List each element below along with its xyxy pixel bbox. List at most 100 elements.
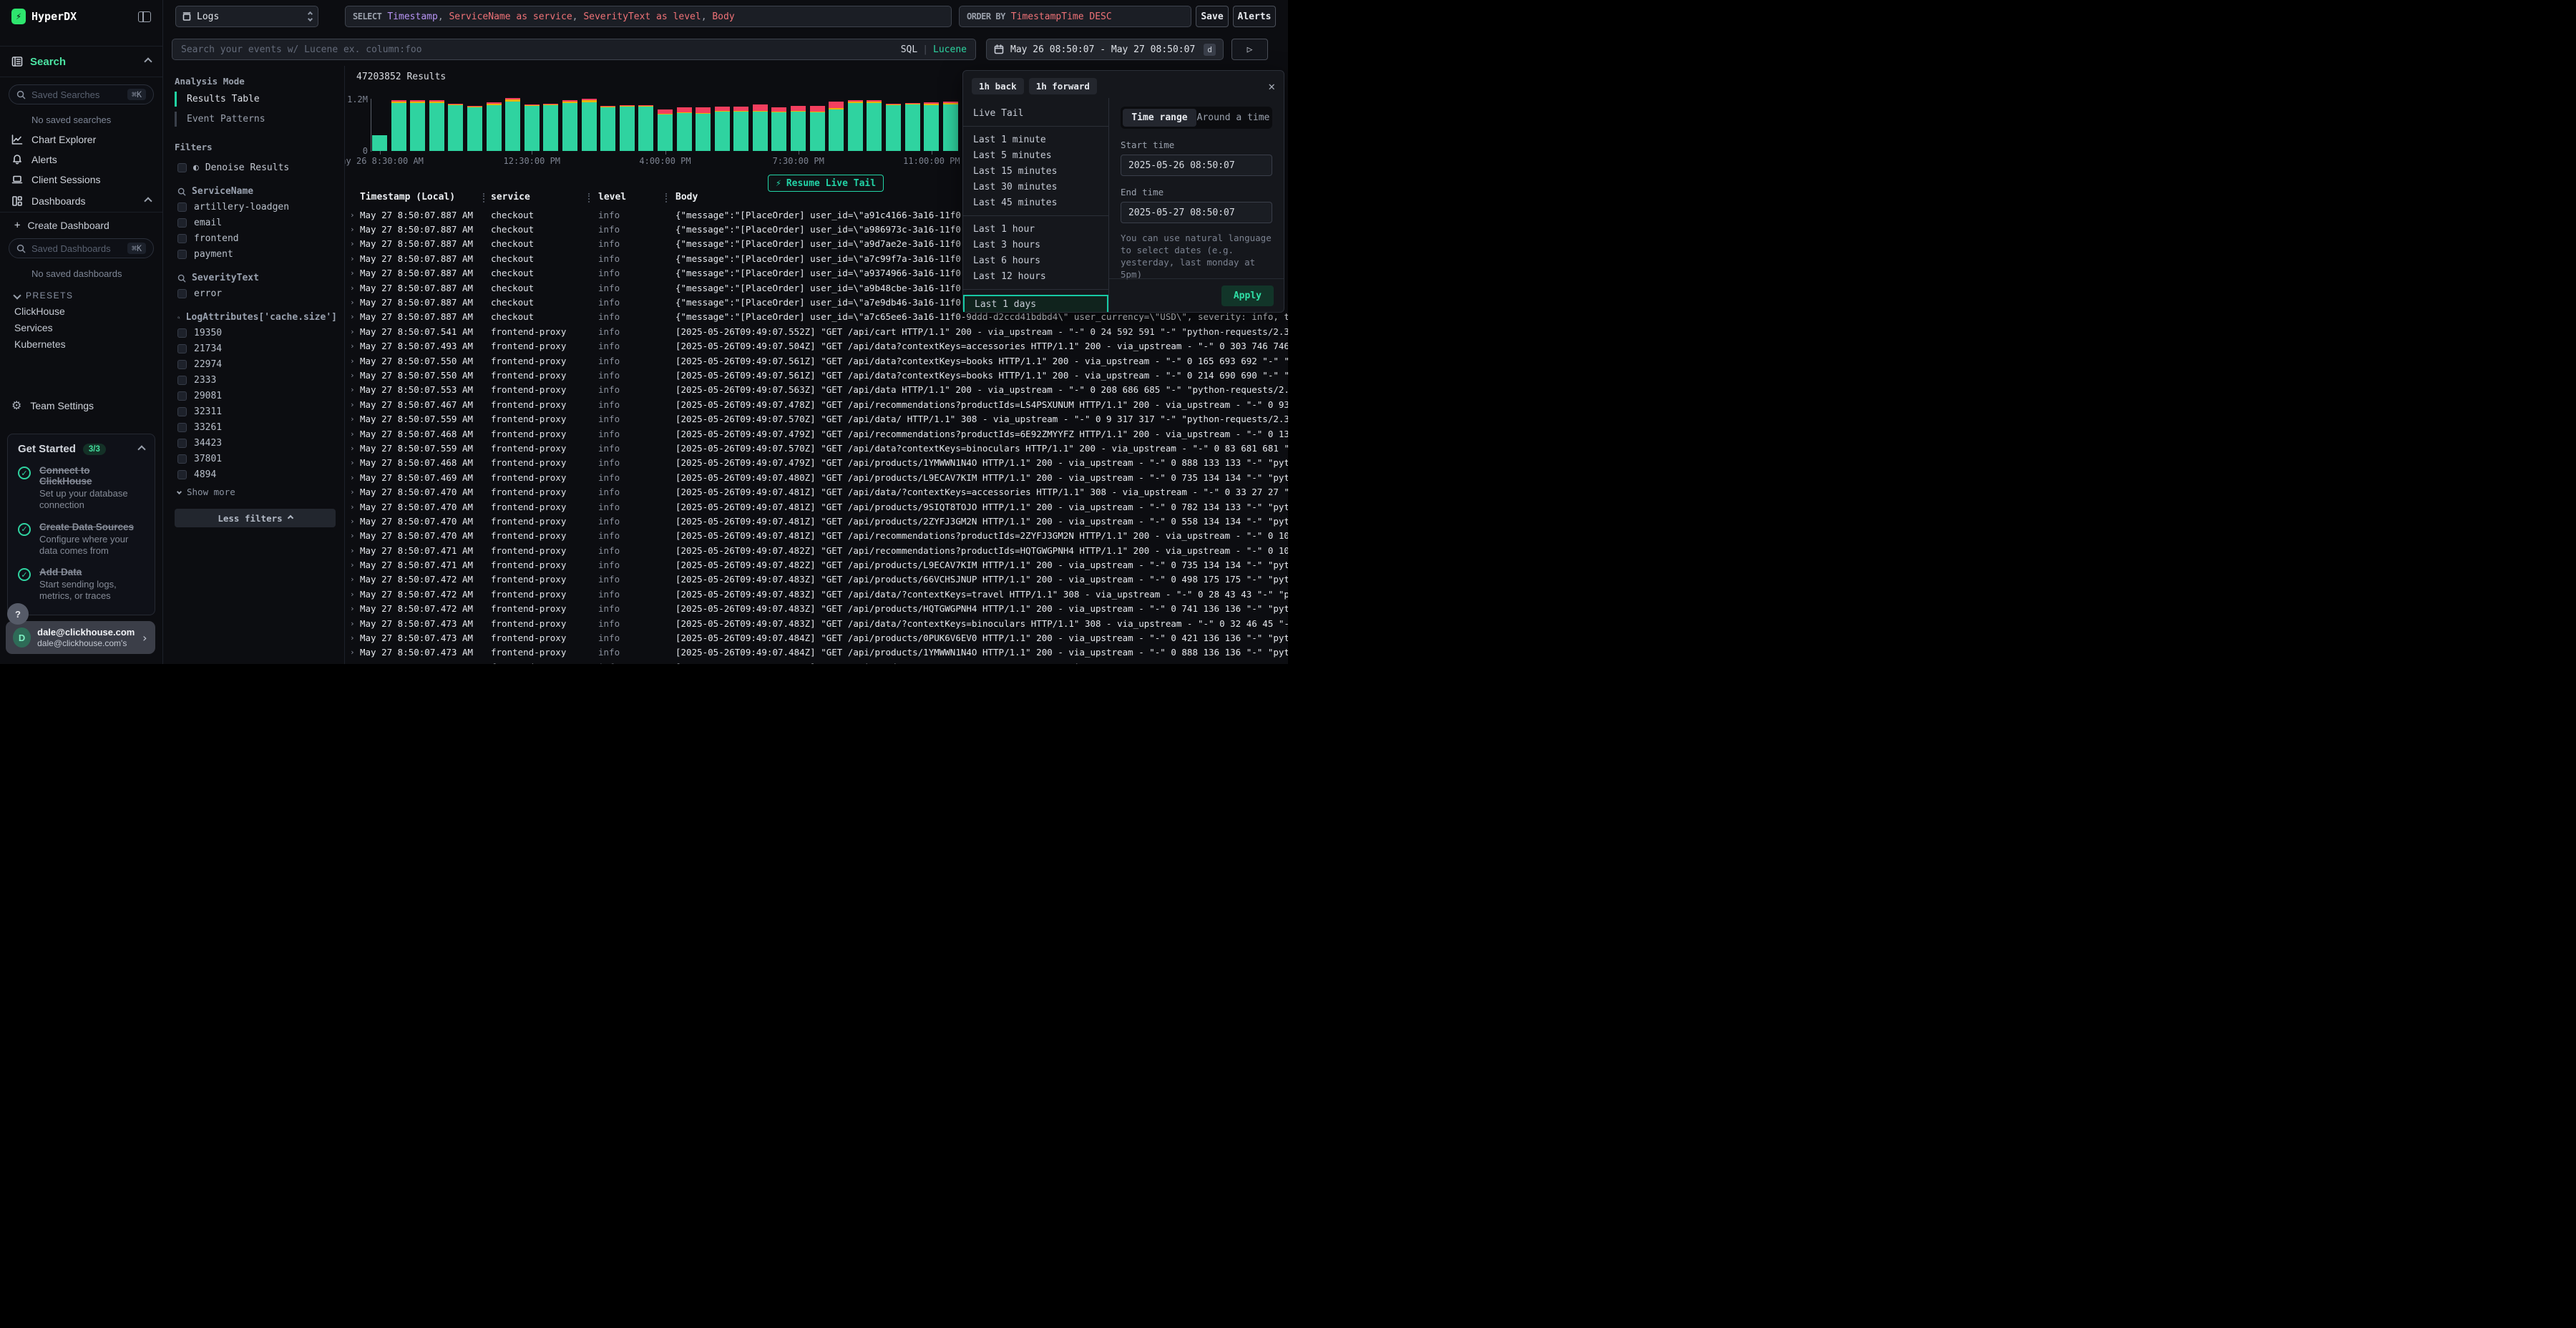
row-expander-icon[interactable]: › [350, 356, 355, 366]
column-service[interactable]: service [491, 192, 530, 202]
row-expander-icon[interactable]: › [350, 414, 355, 424]
row-expander-icon[interactable]: › [350, 254, 355, 263]
row-expander-icon[interactable]: › [350, 487, 355, 497]
table-row[interactable]: ›May 27 8:50:07.541 AMfrontend-proxyinfo… [345, 324, 1288, 338]
table-row[interactable]: ›May 27 8:50:07.559 AMfrontend-proxyinfo… [345, 411, 1288, 426]
table-row[interactable]: ›May 27 8:50:07.559 AMfrontend-proxyinfo… [345, 441, 1288, 455]
date-range-input[interactable]: May 26 08:50:07 - May 27 08:50:07 d [986, 39, 1224, 60]
row-expander-icon[interactable]: › [350, 312, 355, 321]
denoise-results-checkbox-row[interactable]: ◐ Denoise Results [177, 162, 337, 173]
row-expander-icon[interactable]: › [350, 341, 355, 351]
row-expander-icon[interactable]: › [350, 225, 355, 234]
table-row[interactable]: ›May 27 8:50:07.472 AMfrontend-proxyinfo… [345, 587, 1288, 601]
filter-value-row[interactable]: 22974 [177, 359, 337, 370]
select-clause-editor[interactable]: SELECT Timestamp, ServiceName as service… [345, 6, 952, 27]
checkbox[interactable] [177, 234, 187, 243]
checkbox[interactable] [177, 391, 187, 401]
saved-searches-input[interactable]: Saved Searches ⌘K [9, 84, 154, 104]
checkbox[interactable] [177, 376, 187, 385]
row-expander-icon[interactable]: › [350, 590, 355, 599]
table-row[interactable]: ›May 27 8:50:07.469 AMfrontend-proxyinfo… [345, 470, 1288, 484]
checkbox[interactable] [177, 289, 187, 298]
checkbox[interactable] [177, 250, 187, 259]
tab-event-patterns[interactable]: Event Patterns [175, 111, 337, 127]
save-button[interactable]: Save [1196, 6, 1229, 27]
get-started-step[interactable]: ✓ Create Data Sources Configure where yo… [18, 522, 145, 557]
table-row[interactable]: ›May 27 8:50:07.474 AMfrontend-proxyinfo… [345, 660, 1288, 664]
apply-button[interactable]: Apply [1221, 285, 1274, 306]
user-account-chip[interactable]: D dale@clickhouse.com dale@clickhouse.co… [6, 621, 155, 654]
get-started-step[interactable]: ✓ Add Data Start sending logs, metrics, … [18, 567, 145, 602]
sidebar-item-alerts[interactable]: Alerts [0, 150, 162, 170]
checkbox[interactable] [177, 407, 187, 416]
end-time-input[interactable]: 2025-05-27 08:50:07 [1121, 202, 1272, 223]
row-expander-icon[interactable]: › [350, 517, 355, 526]
time-preset-last-45-minutes[interactable]: Last 45 minutes [963, 195, 1108, 210]
filter-value-row[interactable]: payment [177, 249, 337, 260]
row-expander-icon[interactable]: › [350, 268, 355, 278]
shift-1h-back-button[interactable]: 1h back [972, 78, 1024, 94]
filter-value-row[interactable]: frontend [177, 233, 337, 244]
table-row[interactable]: ›May 27 8:50:07.470 AMfrontend-proxyinfo… [345, 514, 1288, 528]
filter-value-row[interactable]: 4894 [177, 469, 337, 480]
time-preset-last-30-minutes[interactable]: Last 30 minutes [963, 179, 1108, 195]
checkbox[interactable] [177, 454, 187, 464]
sidebar-item-team-settings[interactable]: ⚙ Team Settings [0, 394, 162, 417]
shift-1h-forward-button[interactable]: 1h forward [1029, 78, 1097, 94]
filter-group-header[interactable]: SeverityText [177, 273, 337, 283]
filter-value-row[interactable]: 37801 [177, 454, 337, 464]
filter-value-row[interactable]: 34423 [177, 438, 337, 449]
sidebar-item-kubernetes[interactable]: Kubernetes [0, 333, 162, 350]
column-resize-handle[interactable] [665, 193, 667, 202]
mode-lucene[interactable]: Lucene [933, 44, 967, 55]
table-row[interactable]: ›May 27 8:50:07.470 AMfrontend-proxyinfo… [345, 499, 1288, 514]
table-row[interactable]: ›May 27 8:50:07.467 AMfrontend-proxyinfo… [345, 397, 1288, 411]
table-row[interactable]: ›May 27 8:50:07.493 AMfrontend-proxyinfo… [345, 339, 1288, 353]
table-row[interactable]: ›May 27 8:50:07.470 AMfrontend-proxyinfo… [345, 484, 1288, 499]
checkbox[interactable] [177, 470, 187, 479]
filter-value-row[interactable]: 21734 [177, 343, 337, 354]
time-preset-live-tail[interactable]: Live Tail [963, 105, 1108, 121]
checkbox[interactable] [177, 163, 187, 172]
time-preset-last-3-hours[interactable]: Last 3 hours [963, 237, 1108, 253]
time-preset-last-1-days[interactable]: Last 1 days [963, 295, 1108, 312]
close-icon[interactable]: ✕ [1268, 79, 1275, 93]
table-row[interactable]: ›May 27 8:50:07.473 AMfrontend-proxyinfo… [345, 645, 1288, 660]
checkbox[interactable] [177, 328, 187, 338]
filter-value-row[interactable]: error [177, 288, 337, 299]
row-expander-icon[interactable]: › [350, 619, 355, 628]
get-started-step[interactable]: ✓ Connect to ClickHouse Set up your data… [18, 465, 145, 512]
table-row[interactable]: ›May 27 8:50:07.468 AMfrontend-proxyinfo… [345, 456, 1288, 470]
checkbox[interactable] [177, 439, 187, 448]
row-expander-icon[interactable]: › [350, 371, 355, 380]
table-row[interactable]: ›May 27 8:50:07.550 AMfrontend-proxyinfo… [345, 368, 1288, 382]
get-started-header[interactable]: Get Started 3/3 [18, 443, 145, 455]
filter-group-header[interactable]: LogAttributes['cache.size'] [177, 312, 337, 323]
row-expander-icon[interactable]: › [350, 444, 355, 453]
sidebar-item-client-sessions[interactable]: Client Sessions [0, 170, 162, 190]
row-expander-icon[interactable]: › [350, 210, 355, 220]
sidebar-item-clickhouse[interactable]: ClickHouse [0, 301, 162, 317]
tab-around-a-time[interactable]: Around a time [1196, 109, 1270, 127]
filter-value-row[interactable]: 32311 [177, 406, 337, 417]
filter-group-header[interactable]: ServiceName [177, 186, 337, 197]
resume-live-tail-button[interactable]: ⚡ Resume Live Tail [768, 175, 884, 192]
table-row[interactable]: ›May 27 8:50:07.470 AMfrontend-proxyinfo… [345, 529, 1288, 543]
filter-value-row[interactable]: 2333 [177, 375, 337, 386]
sidebar-item-dashboards[interactable]: Dashboards [0, 190, 162, 213]
sidebar-item-search[interactable]: Search [0, 46, 162, 77]
filter-value-row[interactable]: artillery-loadgen [177, 202, 337, 213]
checkbox[interactable] [177, 202, 187, 212]
time-preset-last-15-minutes[interactable]: Last 15 minutes [963, 163, 1108, 179]
table-row[interactable]: ›May 27 8:50:07.472 AMfrontend-proxyinfo… [345, 572, 1288, 587]
show-more-button[interactable]: Show more [177, 487, 337, 497]
row-expander-icon[interactable]: › [350, 560, 355, 570]
row-expander-icon[interactable]: › [350, 648, 355, 657]
table-row[interactable]: ›May 27 8:50:07.473 AMfrontend-proxyinfo… [345, 616, 1288, 630]
time-preset-last-12-hours[interactable]: Last 12 hours [963, 268, 1108, 284]
table-row[interactable]: ›May 27 8:50:07.472 AMfrontend-proxyinfo… [345, 602, 1288, 616]
presets-toggle[interactable]: PRESETS [14, 290, 162, 301]
row-expander-icon[interactable]: › [350, 633, 355, 643]
checkbox[interactable] [177, 423, 187, 432]
row-expander-icon[interactable]: › [350, 385, 355, 394]
